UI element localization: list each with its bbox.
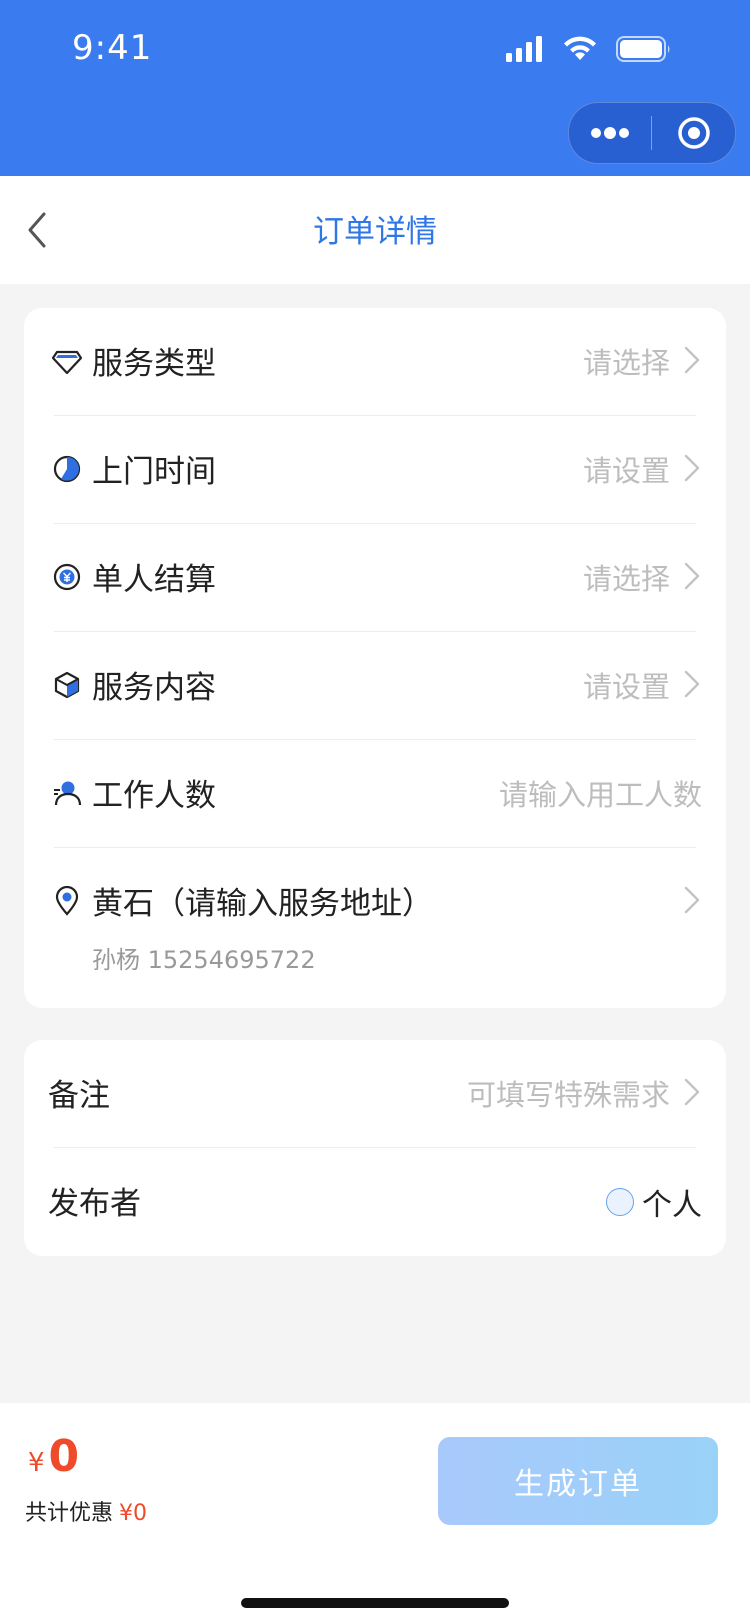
service-type-label: 服务类型 xyxy=(92,346,216,382)
navigation-bar: 订单详情 xyxy=(0,176,750,284)
worker-count-label: 工作人数 xyxy=(92,778,216,814)
more-dots-icon xyxy=(591,127,629,139)
worker-count-row: 工作人数 请输入用工人数 xyxy=(24,740,726,848)
remark-input[interactable]: 可填写特殊需求 xyxy=(467,1072,670,1114)
service-content-row[interactable]: 服务内容 请设置 xyxy=(24,632,726,740)
page-title: 订单详情 xyxy=(313,214,437,250)
chevron-right-icon xyxy=(684,346,700,374)
settlement-row[interactable]: 单人结算 请选择 xyxy=(24,524,726,632)
person-icon xyxy=(54,781,82,806)
diamond-icon xyxy=(52,350,82,375)
discount-label: 共计优惠 xyxy=(25,1501,114,1526)
create-order-button[interactable]: 生成订单 xyxy=(438,1437,718,1525)
publisher-row: 发布者 个人 xyxy=(24,1148,726,1256)
discount-info: 共计优惠 ¥0 xyxy=(25,1495,147,1527)
chevron-right-icon xyxy=(684,1078,700,1106)
battery-icon xyxy=(616,36,670,62)
visit-time-row[interactable]: 上门时间 请设置 xyxy=(24,416,726,524)
remark-label: 备注 xyxy=(48,1078,110,1114)
chevron-right-icon xyxy=(684,886,700,914)
currency-symbol: ¥ xyxy=(28,1448,45,1478)
remark-row[interactable]: 备注 可填写特殊需求 xyxy=(24,1040,726,1148)
discount-amount: ¥0 xyxy=(119,1501,148,1526)
wifi-icon xyxy=(564,36,596,60)
extra-info-card: 备注 可填写特殊需求 发布者 个人 xyxy=(24,1040,726,1256)
visit-time-value: 请设置 xyxy=(582,454,670,488)
home-indicator xyxy=(241,1598,509,1608)
clock-icon xyxy=(53,455,81,483)
publisher-label: 发布者 xyxy=(48,1186,141,1222)
address-contact: 孙杨 15254695722 xyxy=(92,946,316,974)
worker-count-input[interactable]: 请输入用工人数 xyxy=(499,772,702,814)
settlement-value: 请选择 xyxy=(582,562,670,596)
personal-radio[interactable] xyxy=(606,1188,634,1216)
visit-time-label: 上门时间 xyxy=(92,454,216,490)
settlement-label: 单人结算 xyxy=(92,562,216,598)
service-type-row[interactable]: 服务类型 请选择 xyxy=(24,308,726,416)
chevron-right-icon xyxy=(684,562,700,590)
service-content-label: 服务内容 xyxy=(92,670,216,706)
status-bar: 9:41 xyxy=(0,0,750,176)
chevron-right-icon xyxy=(684,670,700,698)
box-icon xyxy=(54,671,80,699)
total-amount: 0 xyxy=(48,1431,80,1482)
more-menu-button[interactable] xyxy=(569,103,651,163)
bottom-bar: ¥0 共计优惠 ¥0 生成订单 xyxy=(0,1403,750,1624)
status-time: 9:41 xyxy=(72,28,153,68)
mini-program-capsule xyxy=(568,102,736,164)
address-row[interactable]: 黄石（请输入服务地址） 孙杨 15254695722 xyxy=(24,848,726,1008)
personal-radio-label[interactable]: 个人 xyxy=(642,1180,702,1224)
signal-icon xyxy=(506,36,542,62)
chevron-right-icon xyxy=(684,454,700,482)
order-form-card: 服务类型 请选择 上门时间 请设置 单人结算 请选择 服务内容 请设置 工作人数… xyxy=(24,308,726,1008)
service-type-value: 请选择 xyxy=(582,346,670,380)
service-content-value: 请设置 xyxy=(582,670,670,704)
close-capsule-button[interactable] xyxy=(652,103,735,163)
address-title: 黄石（请输入服务地址） xyxy=(92,886,433,922)
target-icon xyxy=(677,117,710,149)
yen-coin-icon xyxy=(53,563,81,591)
location-pin-icon xyxy=(55,886,79,916)
total-price: ¥0 xyxy=(28,1431,79,1482)
